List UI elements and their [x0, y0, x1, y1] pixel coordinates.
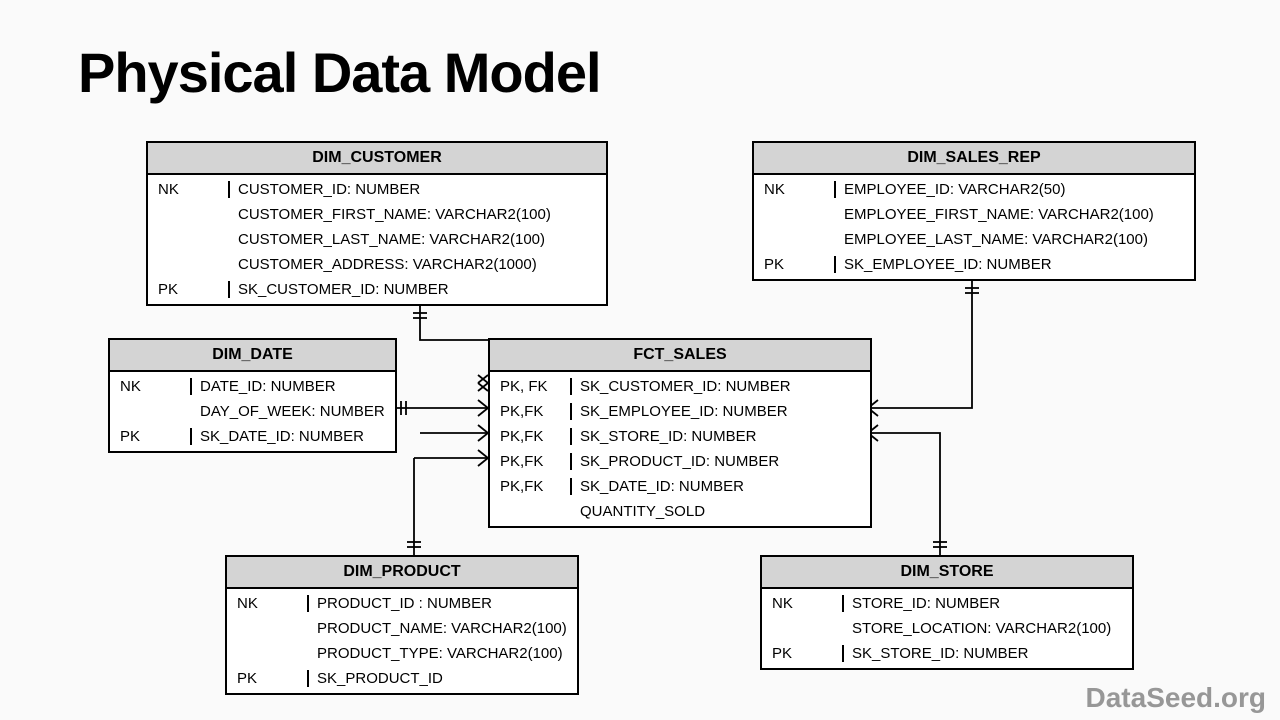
entity-row: PRODUCT_NAME: VARCHAR2(100)	[227, 616, 577, 641]
value-cell: SK_DATE_ID: NUMBER	[572, 478, 744, 495]
value-cell: CUSTOMER_LAST_NAME: VARCHAR2(100)	[230, 231, 545, 248]
value-cell: SK_DATE_ID: NUMBER	[192, 428, 364, 445]
value-cell: SK_PRODUCT_ID	[309, 670, 443, 687]
entity-row: CUSTOMER_LAST_NAME: VARCHAR2(100)	[148, 227, 606, 252]
value-cell: CUSTOMER_ID: NUMBER	[230, 181, 420, 198]
entity-dim-product: DIM_PRODUCT NKPRODUCT_ID : NUMBERPRODUCT…	[225, 555, 579, 695]
watermark: DataSeed.org	[1086, 682, 1267, 714]
key-cell: NK	[110, 378, 192, 395]
value-cell: PRODUCT_ID : NUMBER	[309, 595, 492, 612]
entity-row: QUANTITY_SOLD	[490, 499, 870, 524]
key-cell: PK,FK	[490, 478, 572, 495]
entity-row: PK, FKSK_CUSTOMER_ID: NUMBER	[490, 374, 870, 399]
entity-row: CUSTOMER_FIRST_NAME: VARCHAR2(100)	[148, 202, 606, 227]
key-cell: PK	[754, 256, 836, 273]
value-cell: DAY_OF_WEEK: NUMBER	[192, 403, 385, 420]
value-cell: QUANTITY_SOLD	[572, 503, 705, 520]
entity-row: PKSK_EMPLOYEE_ID: NUMBER	[754, 252, 1194, 277]
entity-dim-sales-rep: DIM_SALES_REP NKEMPLOYEE_ID: VARCHAR2(50…	[752, 141, 1196, 281]
entity-fct-sales: FCT_SALES PK, FKSK_CUSTOMER_ID: NUMBERPK…	[488, 338, 872, 528]
entity-row: EMPLOYEE_LAST_NAME: VARCHAR2(100)	[754, 227, 1194, 252]
value-cell: EMPLOYEE_FIRST_NAME: VARCHAR2(100)	[836, 206, 1154, 223]
entity-row: PKSK_PRODUCT_ID	[227, 666, 577, 691]
entity-row: DAY_OF_WEEK: NUMBER	[110, 399, 395, 424]
diagram-canvas: { "title": "Physical Data Model", "water…	[0, 0, 1280, 720]
key-cell: PK,FK	[490, 403, 572, 420]
key-cell: NK	[148, 181, 230, 198]
entity-row: PKSK_STORE_ID: NUMBER	[762, 641, 1132, 666]
entity-row: NKSTORE_ID: NUMBER	[762, 591, 1132, 616]
value-cell: PRODUCT_NAME: VARCHAR2(100)	[309, 620, 567, 637]
entity-header: DIM_DATE	[110, 340, 395, 372]
key-cell: PK,FK	[490, 428, 572, 445]
value-cell: EMPLOYEE_LAST_NAME: VARCHAR2(100)	[836, 231, 1148, 248]
entity-row: PK,FKSK_DATE_ID: NUMBER	[490, 474, 870, 499]
entity-row: PRODUCT_TYPE: VARCHAR2(100)	[227, 641, 577, 666]
key-cell: NK	[754, 181, 836, 198]
entity-dim-customer: DIM_CUSTOMER NKCUSTOMER_ID: NUMBERCUSTOM…	[146, 141, 608, 306]
key-cell: PK	[148, 281, 230, 298]
entity-header: DIM_SALES_REP	[754, 143, 1194, 175]
value-cell: SK_CUSTOMER_ID: NUMBER	[572, 378, 791, 395]
entity-row: PK,FKSK_EMPLOYEE_ID: NUMBER	[490, 399, 870, 424]
entity-header: DIM_STORE	[762, 557, 1132, 589]
entity-row: PK,FKSK_PRODUCT_ID: NUMBER	[490, 449, 870, 474]
key-cell: PK	[227, 670, 309, 687]
entity-row: NKCUSTOMER_ID: NUMBER	[148, 177, 606, 202]
value-cell: SK_PRODUCT_ID: NUMBER	[572, 453, 779, 470]
value-cell: STORE_ID: NUMBER	[844, 595, 1000, 612]
value-cell: SK_CUSTOMER_ID: NUMBER	[230, 281, 449, 298]
entity-row: NKPRODUCT_ID : NUMBER	[227, 591, 577, 616]
entity-header: FCT_SALES	[490, 340, 870, 372]
key-cell: PK,FK	[490, 453, 572, 470]
value-cell: CUSTOMER_ADDRESS: VARCHAR2(1000)	[230, 256, 537, 273]
value-cell: STORE_LOCATION: VARCHAR2(100)	[844, 620, 1111, 637]
value-cell: SK_EMPLOYEE_ID: NUMBER	[836, 256, 1052, 273]
value-cell: PRODUCT_TYPE: VARCHAR2(100)	[309, 645, 563, 662]
entity-row: PKSK_CUSTOMER_ID: NUMBER	[148, 277, 606, 302]
key-cell: PK, FK	[490, 378, 572, 395]
value-cell: EMPLOYEE_ID: VARCHAR2(50)	[836, 181, 1065, 198]
entity-header: DIM_PRODUCT	[227, 557, 577, 589]
key-cell: PK	[110, 428, 192, 445]
page-title: Physical Data Model	[78, 40, 601, 105]
value-cell: DATE_ID: NUMBER	[192, 378, 336, 395]
key-cell: PK	[762, 645, 844, 662]
value-cell: CUSTOMER_FIRST_NAME: VARCHAR2(100)	[230, 206, 551, 223]
key-cell: NK	[762, 595, 844, 612]
entity-row: PK,FKSK_STORE_ID: NUMBER	[490, 424, 870, 449]
entity-row: CUSTOMER_ADDRESS: VARCHAR2(1000)	[148, 252, 606, 277]
entity-row: STORE_LOCATION: VARCHAR2(100)	[762, 616, 1132, 641]
entity-header: DIM_CUSTOMER	[148, 143, 606, 175]
entity-dim-date: DIM_DATE NKDATE_ID: NUMBER DAY_OF_WEEK: N…	[108, 338, 397, 453]
entity-row: EMPLOYEE_FIRST_NAME: VARCHAR2(100)	[754, 202, 1194, 227]
entity-dim-store: DIM_STORE NKSTORE_ID: NUMBER STORE_LOCATI…	[760, 555, 1134, 670]
value-cell: SK_STORE_ID: NUMBER	[844, 645, 1028, 662]
key-cell: NK	[227, 595, 309, 612]
entity-row: NKEMPLOYEE_ID: VARCHAR2(50)	[754, 177, 1194, 202]
entity-row: NKDATE_ID: NUMBER	[110, 374, 395, 399]
value-cell: SK_STORE_ID: NUMBER	[572, 428, 756, 445]
value-cell: SK_EMPLOYEE_ID: NUMBER	[572, 403, 788, 420]
entity-row: PKSK_DATE_ID: NUMBER	[110, 424, 395, 449]
